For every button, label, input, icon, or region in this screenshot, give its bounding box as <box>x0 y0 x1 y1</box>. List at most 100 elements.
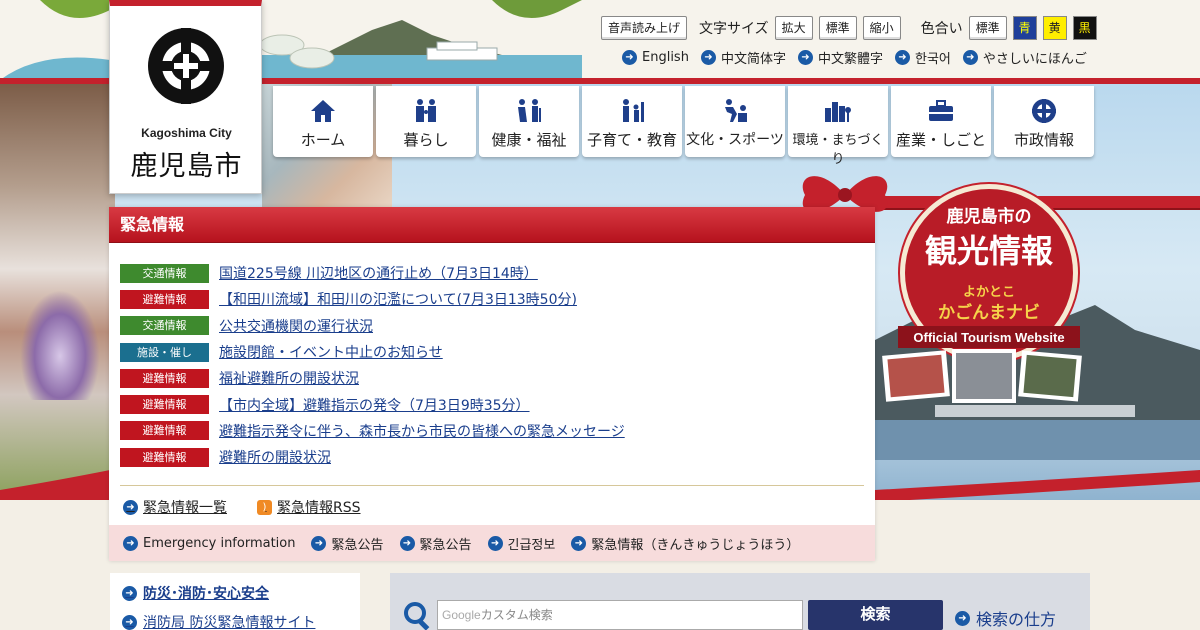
emergency-easy-japanese-link[interactable]: ➜ 緊急情報（きんきゅうじょうほう） <box>571 534 799 553</box>
list-item: 交通情報 国道225号線 川辺地区の通行止め（7月3日14時） <box>120 260 625 286</box>
tea-ferry-illustration <box>262 0 582 80</box>
lang-link-english[interactable]: ➜ English <box>622 48 689 67</box>
lang-link-korean[interactable]: ➜ 한국어 <box>894 48 951 67</box>
tourism-sub2-text: かごんまナビ <box>938 302 1040 323</box>
language-links: ➜ English ➜ 中文简体字 ➜ 中文繁體字 ➜ 한국어 ➜ やさしいにほんご <box>622 48 1087 67</box>
nav-home[interactable]: ホーム <box>273 86 373 157</box>
tourism-sub1-text: よかとこ <box>963 285 1015 300</box>
list-item: 避難情報 福祉避難所の開設状況 <box>120 365 625 391</box>
side-links-box: ➜ 防災･消防･安心安全 ➜ 消防局 防災緊急情報サイト <box>110 573 360 630</box>
category-badge: 避難情報 <box>120 447 209 467</box>
font-size-standard-button[interactable]: 標準 <box>818 16 857 40</box>
tourism-main-text: 観光情報 <box>925 232 1053 270</box>
lang-link-easy-japanese[interactable]: ➜ やさしいにほんご <box>962 48 1087 67</box>
arrow-right-icon: ➜ <box>571 535 587 551</box>
category-badge: 避難情報 <box>120 395 209 415</box>
arrow-right-icon: ➜ <box>962 50 978 65</box>
logo-english-name: Kagoshima City <box>141 126 232 140</box>
list-item: 避難情報 【市内全域】避難指示の発令（7月3日9時35分） <box>120 391 625 417</box>
welfare-icon <box>518 99 541 122</box>
briefcase-icon <box>929 100 953 121</box>
nav-environment-city[interactable]: 環境・まちづくり <box>788 86 888 167</box>
leaf-decoration <box>0 0 110 80</box>
logo-japanese-name: 鹿児島市 <box>130 151 243 182</box>
read-aloud-button[interactable]: 音声読み上げ <box>601 16 688 40</box>
search-help-link[interactable]: ➜ 検索の仕方 <box>955 606 1056 630</box>
tourism-info-banner[interactable]: 鹿児島市の 観光情報 よかとこ かごんまナビ Official Tourism … <box>898 182 1080 364</box>
rss-icon: ) <box>257 499 272 515</box>
list-item: 交通情報 公共交通機関の運行状況 <box>120 313 625 339</box>
emergency-list-link[interactable]: ➜ 緊急情報一覧 <box>123 497 227 517</box>
category-badge: 避難情報 <box>120 368 209 388</box>
emergency-simplified-chinese-link[interactable]: ➜ 緊急公告 <box>311 534 384 553</box>
site-logo[interactable]: Kagoshima City 鹿児島市 <box>109 0 262 194</box>
emergency-link[interactable]: 施設閉館・イベント中止のお知らせ <box>219 342 443 362</box>
fire-department-link[interactable]: ➜ 消防局 防災緊急情報サイト <box>122 612 315 630</box>
category-badge: 交通情報 <box>120 263 209 283</box>
tourism-photos <box>882 349 1082 403</box>
color-yellow-button[interactable]: 黄 <box>1042 16 1067 40</box>
list-item: 避難情報 【和田川流域】和田川の氾濫について(7月3日13時50分) <box>120 286 625 312</box>
arrow-right-icon: ➜ <box>487 535 503 551</box>
emergency-link[interactable]: 福祉避難所の開設状況 <box>219 368 359 388</box>
emergency-link[interactable]: 国道225号線 川辺地区の通行止め（7月3日14時） <box>219 263 538 283</box>
nav-industry-work[interactable]: 産業・しごと <box>891 86 991 157</box>
city-emblem-icon <box>148 28 224 104</box>
emergency-traditional-chinese-link[interactable]: ➜ 緊急公告 <box>399 534 472 553</box>
arrow-right-icon: ➜ <box>700 50 716 65</box>
nav-culture-sports[interactable]: 文化・スポーツ <box>685 86 785 157</box>
city-icon <box>825 102 851 122</box>
arrow-right-icon: ➜ <box>123 535 138 551</box>
emergency-link[interactable]: 公共交通機関の運行状況 <box>219 316 373 336</box>
home-icon <box>311 100 335 122</box>
search-icon <box>404 602 430 630</box>
emergency-footer-links: ➜ 緊急情報一覧 ) 緊急情報RSS <box>123 497 361 517</box>
color-blue-button[interactable]: 青 <box>1012 16 1037 40</box>
color-black-button[interactable]: 黒 <box>1072 16 1097 40</box>
arrow-right-icon: ➜ <box>955 610 970 626</box>
site-search: Googleカスタム検索 検索 ➜ 検索の仕方 <box>390 573 1090 630</box>
nav-health-welfare[interactable]: 健康・福祉 <box>479 86 579 157</box>
arrow-right-icon: ➜ <box>122 585 137 601</box>
emergency-link[interactable]: 避難指示発令に伴う、森市長から市民の皆様への緊急メッセージ <box>219 421 625 441</box>
arrow-right-icon: ➜ <box>622 50 637 65</box>
search-input[interactable]: Googleカスタム検索 <box>437 600 803 630</box>
divider <box>120 485 864 486</box>
list-item: 避難情報 避難指示発令に伴う、森市長から市民の皆様への緊急メッセージ <box>120 418 625 444</box>
nav-city-administration[interactable]: 市政情報 <box>994 86 1094 157</box>
category-badge: 避難情報 <box>120 289 209 309</box>
color-standard-button[interactable]: 標準 <box>968 16 1007 40</box>
emergency-english-link[interactable]: ➜ Emergency information <box>123 535 295 551</box>
emergency-info-list: 交通情報 国道225号線 川辺地区の通行止め（7月3日14時） 避難情報 【和田… <box>120 260 625 470</box>
sports-icon <box>725 99 747 122</box>
lang-link-simplified-chinese[interactable]: ➜ 中文简体字 <box>700 48 786 67</box>
city-emblem-icon <box>1032 99 1056 123</box>
nav-living[interactable]: 暮らし <box>376 86 476 157</box>
category-badge: 避難情報 <box>120 421 209 441</box>
emergency-link[interactable]: 避難所の開設状況 <box>219 447 331 467</box>
arrow-right-icon: ➜ <box>123 499 138 515</box>
nav-parenting-education[interactable]: 子育て・教育 <box>582 86 682 157</box>
glass-bottle-photo <box>20 290 100 400</box>
parenting-icon <box>623 99 644 122</box>
family-icon <box>416 99 436 122</box>
search-button[interactable]: 検索 <box>808 600 943 630</box>
lang-link-traditional-chinese[interactable]: ➜ 中文繁體字 <box>797 48 883 67</box>
arrow-right-icon: ➜ <box>399 535 415 551</box>
emergency-link[interactable]: 【和田川流域】和田川の氾濫について(7月3日13時50分) <box>219 289 577 309</box>
emergency-korean-link[interactable]: ➜ 긴급정보 <box>487 534 555 553</box>
list-item: 避難情報 避難所の開設状況 <box>120 444 625 470</box>
font-size-enlarge-button[interactable]: 拡大 <box>774 16 813 40</box>
list-item: 施設・催し 施設閉館・イベント中止のお知らせ <box>120 339 625 365</box>
emergency-rss-link[interactable]: ) 緊急情報RSS <box>257 497 361 517</box>
accessibility-toolbar: 音声読み上げ 文字サイズ 拡大 標準 縮小 色合い 標準 青 黄 黒 <box>601 16 1097 40</box>
emergency-link[interactable]: 【市内全域】避難指示の発令（7月3日9時35分） <box>219 395 530 415</box>
category-badge: 交通情報 <box>120 316 209 336</box>
tourism-top-text: 鹿児島市の <box>947 206 1032 227</box>
emergency-info-title: 緊急情報 <box>109 207 875 243</box>
font-size-shrink-button[interactable]: 縮小 <box>862 16 901 40</box>
emergency-info-panel: 緊急情報 交通情報 国道225号線 川辺地区の通行止め（7月3日14時） 避難情… <box>109 207 875 561</box>
disaster-safety-link[interactable]: ➜ 防災･消防･安心安全 <box>122 583 269 603</box>
arrow-right-icon: ➜ <box>797 50 813 65</box>
color-scheme-label: 色合い <box>920 21 963 37</box>
